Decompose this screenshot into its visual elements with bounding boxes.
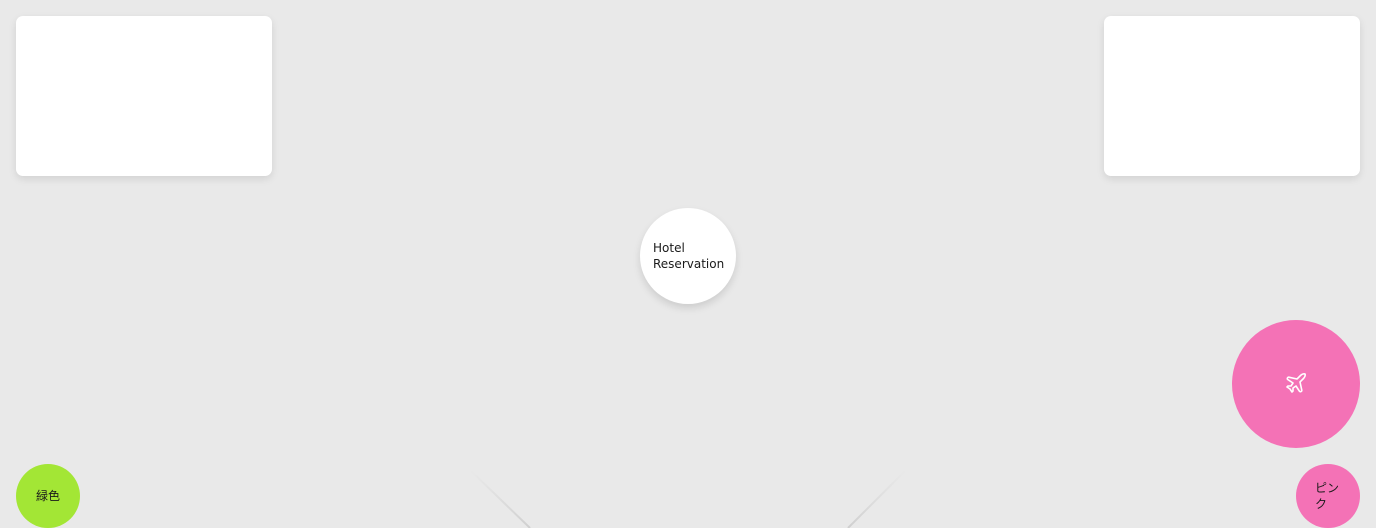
airplane-icon [1284, 371, 1308, 398]
green-swatch-button[interactable]: 緑色 [16, 464, 80, 528]
hotel-reservation-node[interactable]: Hotel Reservation [640, 208, 736, 304]
card-top-right [1104, 16, 1360, 176]
ray-left [469, 469, 531, 528]
green-swatch-label: 緑色 [35, 489, 60, 503]
airplane-button[interactable] [1232, 320, 1360, 448]
card-top-left [16, 16, 272, 176]
node-label: Hotel Reservation [653, 241, 725, 271]
canvas: Hotel Reservation 緑色 ピンク [0, 0, 1376, 528]
pink-swatch-label: ピンク [1315, 481, 1340, 511]
pink-swatch-button[interactable]: ピンク [1296, 464, 1360, 528]
ray-right [847, 469, 907, 528]
